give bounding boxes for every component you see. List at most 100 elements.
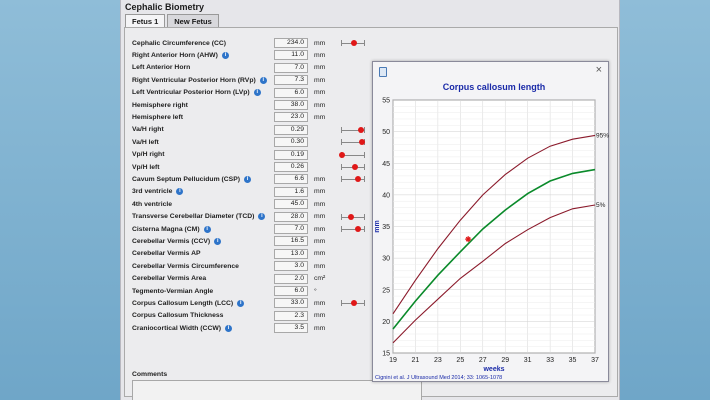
measurement-row: Left Ventricular Posterior Horn (LVp) i 6.…	[132, 87, 377, 99]
x-tick-label: 19	[389, 357, 397, 364]
info-icon[interactable]: i	[258, 213, 266, 221]
x-tick-label: 37	[591, 357, 599, 364]
measurement-value-field[interactable]: 3.0	[274, 261, 308, 272]
y-tick-label: 25	[382, 287, 390, 294]
measurement-value-field[interactable]: 7.0	[274, 62, 308, 73]
measurement-unit: mm	[314, 200, 326, 208]
close-icon[interactable]: ×	[596, 64, 602, 76]
y-tick-label: 45	[382, 161, 390, 168]
measurement-label: 4th ventricle	[132, 201, 274, 208]
measurement-label-text: Corpus Callosum Length (LCC)	[132, 299, 234, 307]
measurement-value-field[interactable]: 7.3	[274, 75, 308, 86]
measurement-unit: mm	[314, 89, 326, 97]
tab-new-fetus[interactable]: New Fetus	[167, 14, 219, 27]
info-icon[interactable]: i	[176, 188, 184, 196]
measurement-label-text: Tegmento-Vermian Angle	[132, 287, 214, 295]
tab-fetus-1[interactable]: Fetus 1	[125, 14, 166, 27]
measurement-value-field[interactable]: 38.0	[274, 100, 308, 111]
x-tick-label: 27	[479, 357, 487, 364]
series-label: 5%	[596, 202, 606, 209]
measurement-label-text: Cisterna Magna (CM)	[132, 225, 200, 233]
measurement-label-text: Va/H left	[132, 138, 159, 146]
x-tick-label: 23	[434, 357, 442, 364]
chart-title: Corpus callosum length	[443, 82, 546, 92]
measurement-row: Tegmento-Vermian Angle 6.0 °	[132, 285, 377, 297]
measurement-value-field[interactable]: 2.3	[274, 310, 308, 321]
measurement-value-field[interactable]: 13.0	[274, 248, 308, 259]
measurement-value-field[interactable]: 23.0	[274, 112, 308, 123]
measurement-value-field[interactable]: 3.5	[274, 323, 308, 334]
measurement-label: Cephalic Circumference (CC)	[132, 40, 274, 47]
measurement-value-field[interactable]: 234.0	[274, 38, 308, 49]
x-axis-label: weeks	[482, 366, 504, 373]
measurement-value-field[interactable]: 0.19	[274, 149, 308, 160]
info-icon[interactable]: i	[237, 299, 245, 307]
desktop-background-left	[0, 0, 120, 400]
info-icon[interactable]: i	[244, 175, 252, 183]
measurement-value-field[interactable]: 0.26	[274, 162, 308, 173]
measurement-label-text: Vp/H left	[132, 163, 160, 171]
measurement-unit: mm	[314, 51, 326, 59]
measurement-label: Hemisphere left	[132, 114, 274, 121]
measurement-value-field[interactable]: 2.0	[274, 273, 308, 284]
measurement-unit: mm	[314, 225, 326, 233]
measurement-label: Cerebellar Vermis AP	[132, 250, 274, 257]
measurement-value-field[interactable]: 0.29	[274, 124, 308, 135]
measurement-value-field[interactable]: 1.6	[274, 186, 308, 197]
x-tick-label: 35	[569, 357, 577, 364]
desktop-background-right	[620, 0, 710, 400]
measurement-label-text: Left Anterior Horn	[132, 64, 191, 72]
panel-title: Cephalic Biometry	[125, 2, 205, 12]
y-tick-label: 20	[382, 319, 390, 326]
measurement-row: Right Anterior Horn (AHW) i 11.0 mm	[132, 49, 377, 61]
info-icon[interactable]: i	[203, 225, 211, 233]
measurement-value-field[interactable]: 7.0	[274, 224, 308, 235]
percentile-indicator	[341, 163, 365, 171]
measurement-value-field[interactable]: 6.0	[274, 87, 308, 98]
measurement-label: Transverse Cerebellar Diameter (TCD) i	[132, 213, 274, 221]
measurement-label: Corpus Callosum Length (LCC) i	[132, 299, 274, 307]
measurement-label: Cerebellar Vermis Circumference	[132, 263, 274, 270]
measurement-row: Cerebellar Vermis (CCV) i 16.5 mm	[132, 235, 377, 247]
measurement-row: Cerebellar Vermis AP 13.0 mm	[132, 248, 377, 260]
measurement-value-field[interactable]: 28.0	[274, 211, 308, 222]
measurement-label-text: Right Anterior Horn (AHW)	[132, 51, 218, 59]
comments-input[interactable]	[132, 380, 422, 400]
measurement-unit: mm	[314, 101, 326, 109]
percentile-dot	[354, 226, 361, 232]
measurement-row: Left Anterior Horn 7.0 mm	[132, 62, 377, 74]
measurement-unit: mm	[314, 175, 326, 183]
measurement-label-text: Cerebellar Vermis Area	[132, 275, 207, 283]
info-icon[interactable]: i	[225, 324, 233, 332]
percentile-indicator	[341, 126, 365, 134]
measurement-label-text: Craniocortical Width (CCW)	[132, 324, 222, 332]
info-icon[interactable]: i	[259, 76, 267, 84]
measurement-label-text: Transverse Cerebellar Diameter (TCD)	[132, 213, 255, 221]
measurement-unit: mm	[314, 262, 326, 270]
info-icon[interactable]: i	[214, 237, 222, 245]
measurement-unit: mm	[314, 76, 326, 84]
measurement-label-text: Cerebellar Vermis AP	[132, 250, 201, 258]
tab-bar: Fetus 1 New Fetus	[125, 14, 221, 27]
measurement-value-field[interactable]: 6.6	[274, 174, 308, 185]
measurement-value-field[interactable]: 6.0	[274, 286, 308, 297]
info-icon[interactable]: i	[221, 51, 229, 59]
measurement-unit: mm	[314, 39, 326, 47]
info-icon[interactable]: i	[253, 89, 261, 97]
measurement-label-text: Cerebellar Vermis Circumference	[132, 262, 239, 270]
measurement-unit: mm	[314, 312, 326, 320]
percentile-indicator	[341, 39, 365, 47]
measurement-unit: mm	[314, 250, 326, 258]
measurement-label: Corpus Callosum Thickness	[132, 312, 274, 319]
measurement-value-field[interactable]: 11.0	[274, 50, 308, 61]
measurement-value-field[interactable]: 0.30	[274, 137, 308, 148]
measurement-value-field[interactable]: 33.0	[274, 298, 308, 309]
measurement-label-text: Hemisphere right	[132, 101, 188, 109]
measurement-value-field[interactable]: 16.5	[274, 236, 308, 247]
measurement-label: Cavum Septum Pellucidum (CSP) i	[132, 175, 274, 183]
measurement-label-text: Cephalic Circumference (CC)	[132, 39, 227, 47]
measurement-value-field[interactable]: 45.0	[274, 199, 308, 210]
chart-window: × Corpus callosum length 19 21 23 25 27 29 31 33…	[372, 61, 609, 382]
measurement-row: Right Ventricular Posterior Horn (RVp) i 7…	[132, 74, 377, 86]
percentile-dot	[347, 213, 354, 220]
